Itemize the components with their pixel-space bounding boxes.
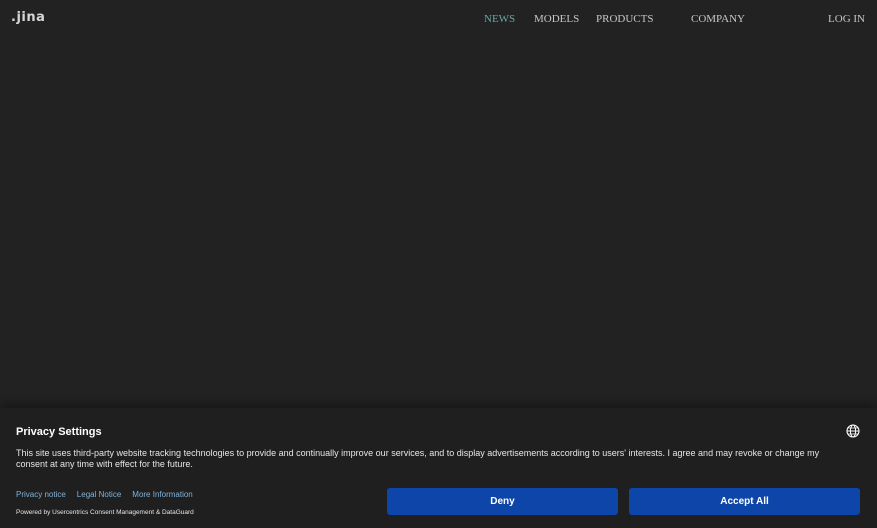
accept-all-button[interactable]: Accept All [629, 488, 860, 515]
consent-title: Privacy Settings [16, 426, 102, 438]
consent-description: This site uses third-party website track… [16, 448, 820, 469]
consent-links: Privacy notice Legal Notice More Informati… [16, 490, 204, 500]
deny-button[interactable]: Deny [387, 488, 618, 515]
privacy-notice-link[interactable]: Privacy notice [16, 490, 66, 499]
top-navigation: .jina NEWS MODELS PRODUCTS COMPANY LOG I… [0, 0, 877, 38]
nav-item-company[interactable]: COMPANY [691, 13, 745, 25]
more-information-link[interactable]: More Information [132, 490, 192, 499]
legal-notice-link[interactable]: Legal Notice [77, 490, 121, 499]
nav-item-models[interactable]: MODELS [534, 13, 579, 25]
page: .jina NEWS MODELS PRODUCTS COMPANY LOG I… [0, 0, 877, 528]
globe-icon[interactable] [846, 424, 860, 438]
nav-item-products[interactable]: PRODUCTS [596, 13, 653, 25]
jina-logo[interactable]: .jina [11, 11, 45, 25]
login-link[interactable]: LOG IN [828, 13, 865, 25]
nav-item-news[interactable]: NEWS [484, 13, 515, 25]
powered-by-text: Powered by Usercentrics Consent Manageme… [16, 509, 194, 516]
privacy-consent-banner: Privacy Settings This site uses third-pa… [0, 408, 877, 528]
